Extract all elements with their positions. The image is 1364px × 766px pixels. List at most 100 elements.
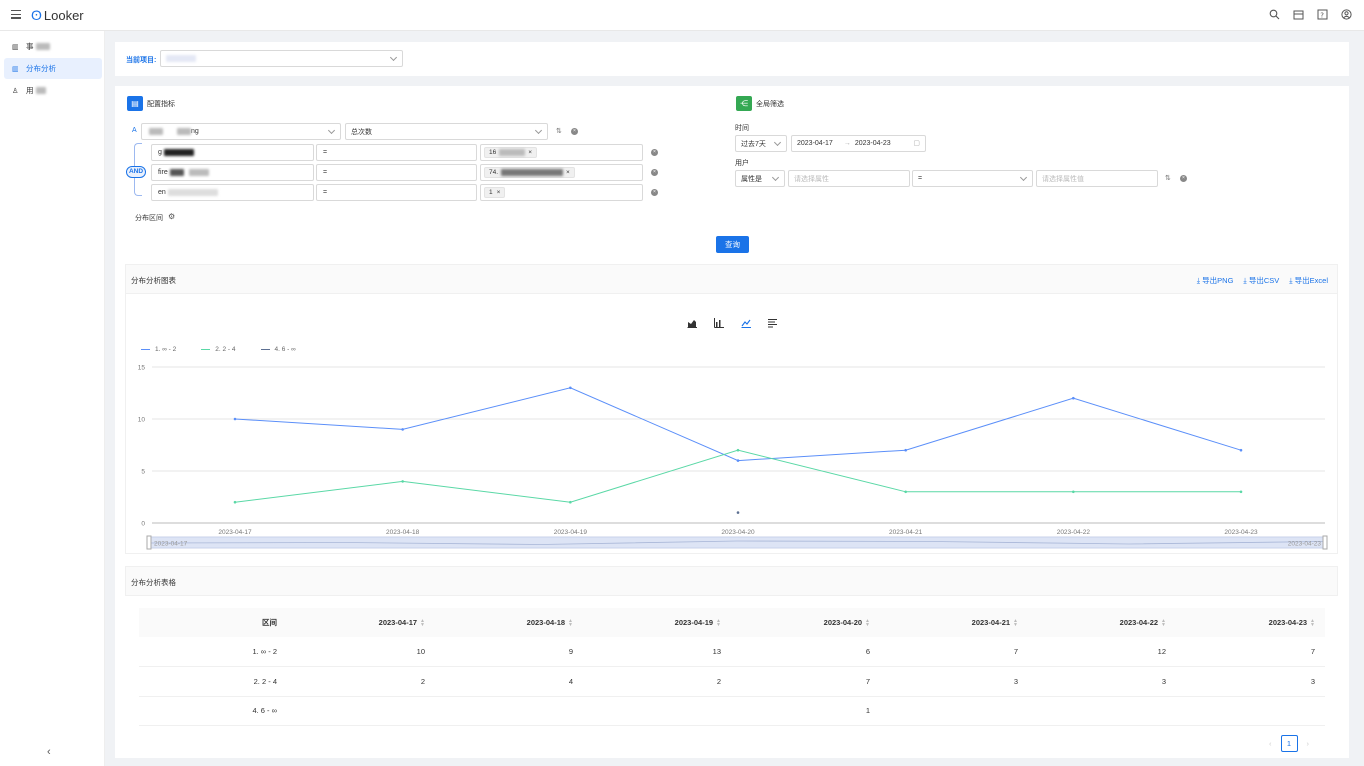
column-header-date[interactable]: 2023-04-20 ▲ ▼ [731, 608, 880, 637]
column-header-date[interactable]: 2023-04-19 ▲ ▼ [583, 608, 731, 637]
chevron-down-icon [771, 173, 780, 182]
sort-icon[interactable]: ▲ ▼ [568, 619, 573, 628]
sidebar-item-users[interactable]: ♙ 用 [4, 80, 102, 101]
value-cell [583, 696, 731, 726]
value-tag[interactable]: 1 × [484, 187, 506, 198]
tag-close-icon[interactable]: × [566, 169, 570, 176]
remove-filter-icon[interactable]: × [1180, 175, 1187, 182]
data-point [569, 500, 572, 504]
column-header-date[interactable]: 2023-04-21 ▲ ▼ [880, 608, 1028, 637]
tag-close-icon[interactable]: × [528, 149, 532, 156]
x-tick-label: 2023-04-23 [1224, 529, 1258, 536]
query-button[interactable]: 查询 [716, 236, 749, 253]
remove-condition-icon[interactable]: × [651, 149, 658, 156]
global-filter-icon[interactable]: ⋲ [736, 96, 752, 111]
value-cell: 7 [880, 637, 1028, 667]
event-select[interactable]: ng [141, 123, 341, 140]
sort-icon[interactable]: ▲ ▼ [1013, 619, 1018, 628]
value-tag[interactable]: 16 × [484, 147, 538, 158]
attr-input[interactable]: 请选择属性 [788, 170, 910, 187]
sidebar-item-events[interactable]: ▥ 事 [4, 36, 102, 57]
value-cell: 2 [287, 666, 435, 697]
and-toggle[interactable]: AND [126, 166, 146, 178]
column-header-date[interactable]: 2023-04-22 ▲ ▼ [1028, 608, 1176, 637]
remove-condition-icon[interactable]: × [651, 169, 658, 176]
condition-field[interactable]: fire [151, 164, 314, 181]
time-preset-select[interactable]: 过去7天 [735, 135, 787, 152]
column-header-date[interactable]: 2023-04-18 ▲ ▼ [435, 608, 583, 637]
data-point [1072, 396, 1075, 400]
filter-add-icon[interactable]: ⇅ [556, 127, 562, 135]
legend-item[interactable]: 2. 2 - 4 [201, 346, 236, 353]
bar-chart-icon[interactable] [714, 318, 724, 328]
sort-icon[interactable]: ▲ ▼ [1310, 619, 1315, 628]
redacted-text [35, 43, 50, 50]
redacted-text [499, 149, 526, 156]
project-label: 当前项目: [126, 57, 157, 64]
filter-add-icon[interactable]: ⇅ [1165, 174, 1171, 182]
attr-op-select[interactable]: = [912, 170, 1033, 187]
chevron-down-icon [534, 126, 543, 135]
value-tag[interactable]: 74. × [484, 167, 575, 178]
search-icon[interactable] [1269, 9, 1280, 20]
remove-condition-icon[interactable]: × [651, 189, 658, 196]
data-point [736, 459, 740, 462]
export-csv-button[interactable]: ⤓ 导出CSV [1243, 275, 1279, 286]
app-logo[interactable]: ʘ Looker [31, 7, 84, 23]
value-cell: 3 [1176, 666, 1325, 697]
account-icon[interactable] [1341, 9, 1352, 20]
condition-op[interactable]: = [316, 144, 477, 161]
marketplace-icon[interactable] [1293, 9, 1304, 20]
condition-op[interactable]: = [316, 184, 477, 201]
attr-type-select[interactable]: 属性是 [735, 170, 785, 187]
remove-row-icon[interactable]: × [571, 128, 578, 135]
redacted-text [163, 149, 194, 156]
column-header-date[interactable]: 2023-04-23 ▲ ▼ [1176, 608, 1325, 637]
value-cell [1176, 696, 1325, 726]
condition-value[interactable]: 16 × [480, 144, 643, 161]
line-chart-icon[interactable] [741, 318, 751, 328]
sort-icon[interactable]: ▲ ▼ [420, 619, 425, 628]
looker-logo-icon: ʘ [31, 7, 42, 23]
condition-value[interactable]: 1 × [480, 184, 643, 201]
area-chart-icon[interactable] [687, 318, 697, 328]
project-select[interactable] [160, 50, 403, 67]
sort-icon[interactable]: ▲ ▼ [865, 619, 870, 628]
pagination: ‹ 1 › [1269, 735, 1309, 752]
value-cell: 13 [583, 637, 731, 667]
export-png-button[interactable]: ⤓ 导出PNG [1197, 275, 1234, 286]
export-excel-button[interactable]: ⤓ 导出Excel [1289, 275, 1328, 286]
app-title: Looker [43, 7, 84, 23]
collapse-sidebar-icon[interactable]: ‹ [47, 746, 51, 758]
condition-field[interactable]: en [151, 184, 314, 201]
prev-page-button[interactable]: ‹ [1269, 739, 1272, 748]
column-header-date[interactable]: 2023-04-17 ▲ ▼ [287, 608, 435, 637]
condition-value[interactable]: 74. × [480, 164, 643, 181]
sidebar-item-distribution[interactable]: ▥ 分布分析 [4, 58, 102, 79]
next-page-button[interactable]: › [1307, 739, 1310, 748]
data-point [736, 511, 740, 514]
redacted-text [166, 55, 196, 62]
distribution-label: 分布区间 [135, 215, 163, 222]
page-1-button[interactable]: 1 [1280, 735, 1298, 752]
measure-select[interactable]: 总次数 [345, 123, 548, 140]
table-row: 1. ∞ - 2 10 9 13 6 7 12 7 [139, 637, 1325, 667]
sort-icon[interactable]: ▲ ▼ [716, 619, 721, 628]
sort-icon[interactable]: ▲ ▼ [1161, 619, 1166, 628]
condition-op[interactable]: = [316, 164, 477, 181]
condition-field[interactable]: g [151, 144, 314, 161]
menu-icon[interactable] [11, 10, 21, 19]
tag-close-icon[interactable]: × [497, 189, 501, 196]
value-cell [435, 696, 583, 726]
row-range-cell: 4. 6 - ∞ [139, 696, 287, 726]
x-tick-label: 2023-04-17 [218, 529, 252, 536]
date-range-picker[interactable]: 2023-04-17 → 2023-04-23 ▢ [791, 135, 926, 152]
metric-config-icon[interactable]: ▤ [127, 96, 143, 111]
horizontal-bar-icon[interactable] [768, 318, 778, 328]
table-section-header [125, 566, 1338, 596]
help-icon[interactable]: ? [1317, 9, 1328, 20]
legend-item[interactable]: 4. 6 - ∞ [260, 346, 296, 353]
settings-icon[interactable]: ⚙ [168, 212, 175, 221]
attr-value-input[interactable]: 请选择属性值 [1036, 170, 1158, 187]
legend-item[interactable]: 1. ∞ - 2 [141, 346, 176, 353]
